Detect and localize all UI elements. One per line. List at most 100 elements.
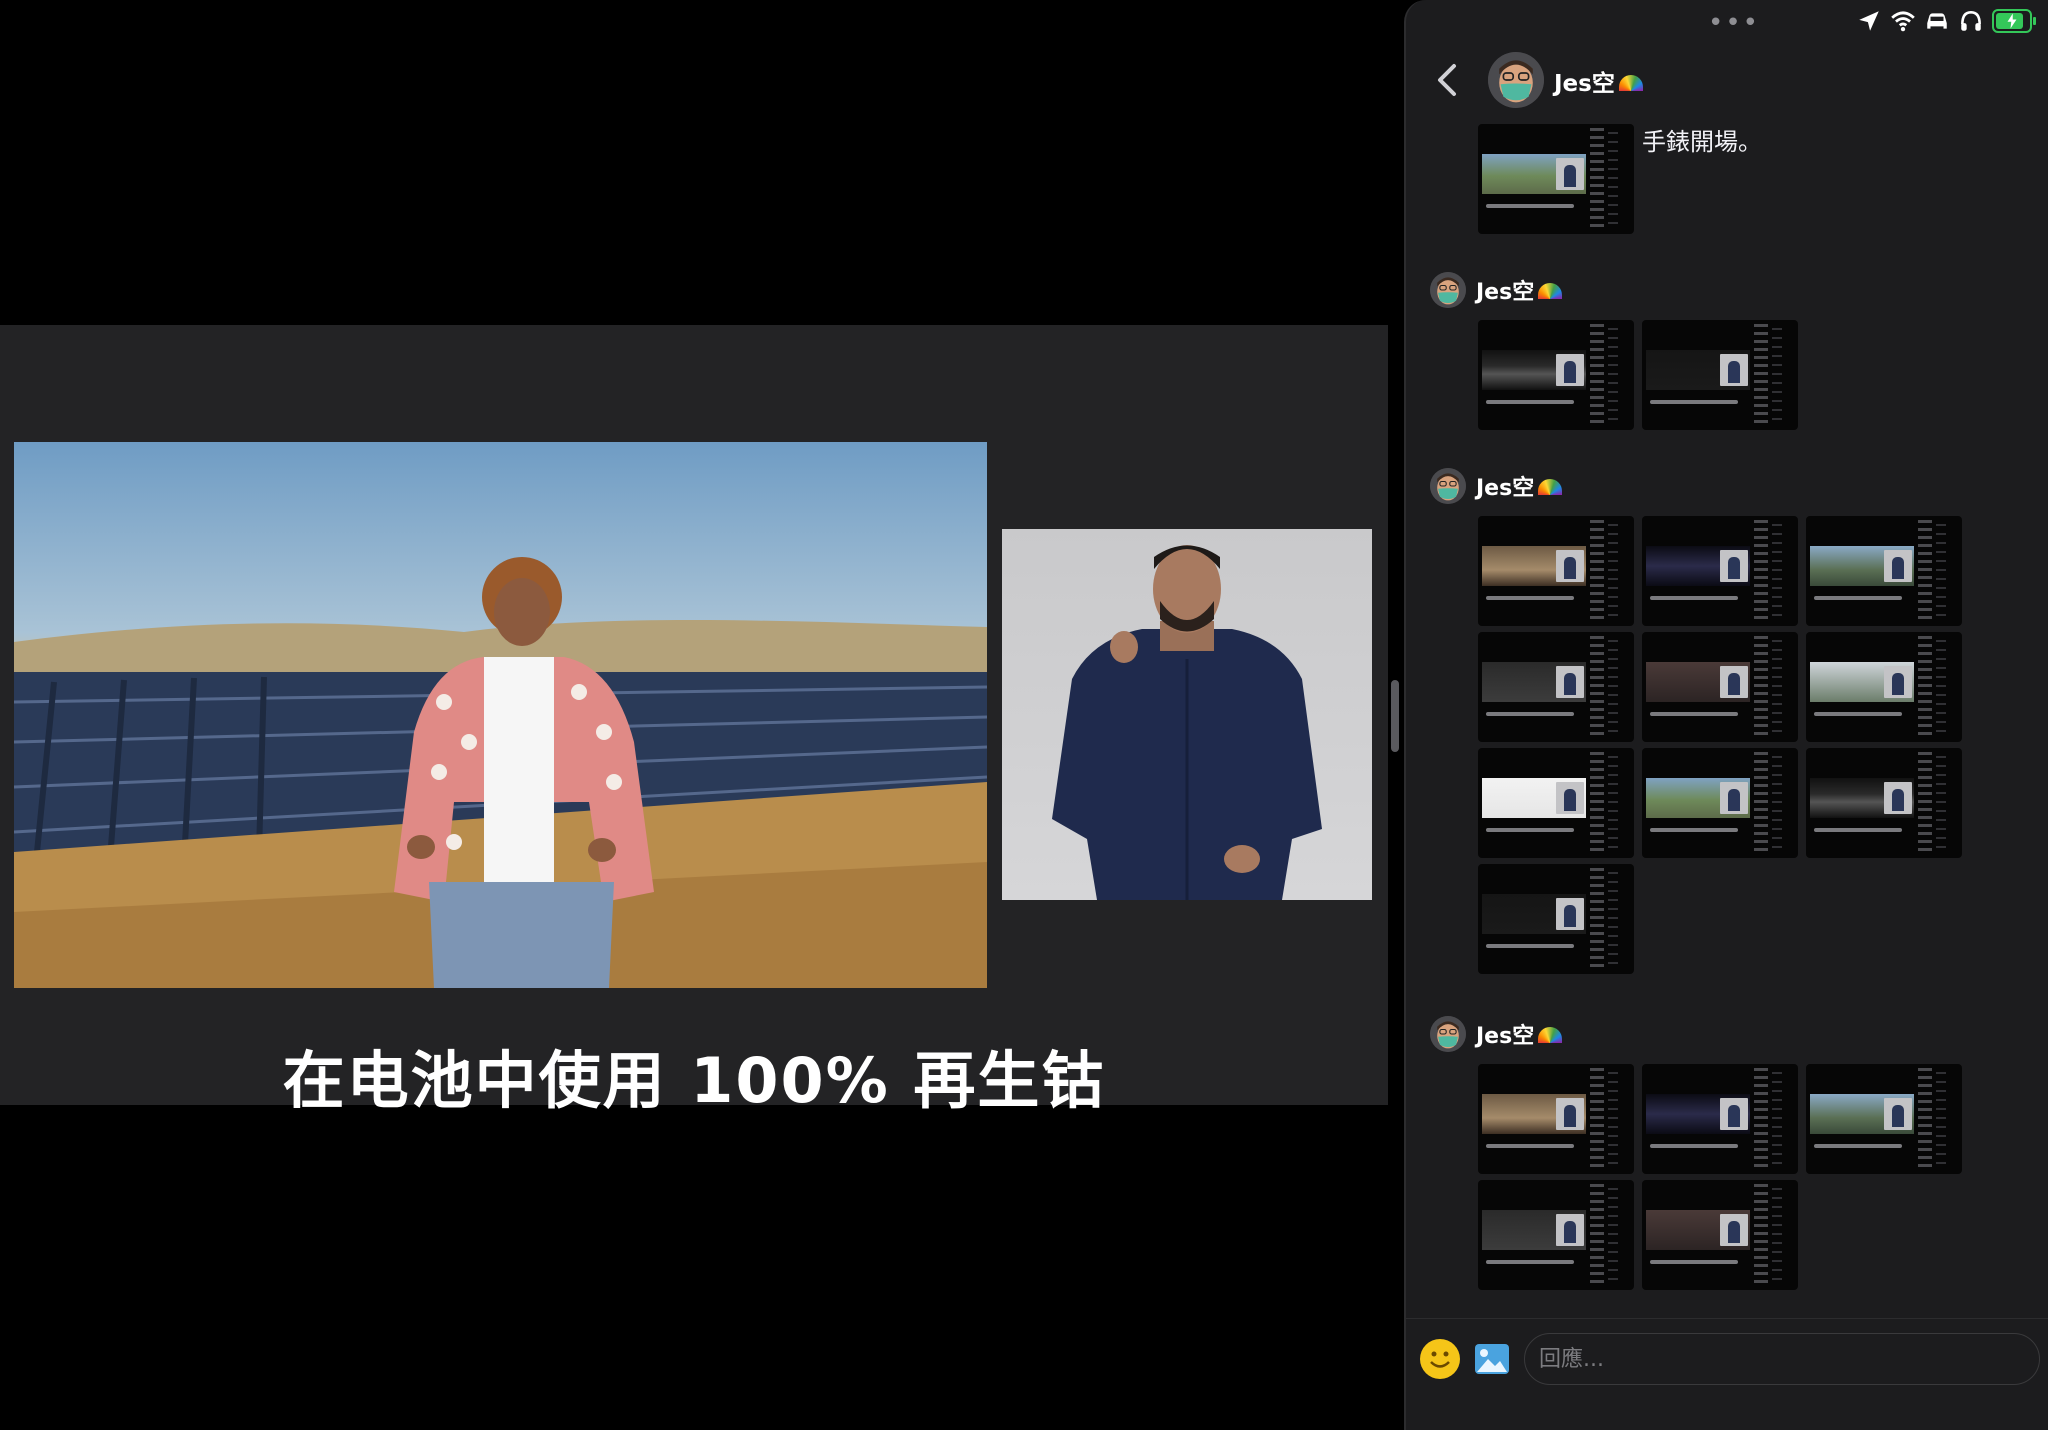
shared-video-thumbnail[interactable]: [1806, 1064, 1962, 1174]
photo-icon[interactable]: [1472, 1339, 1512, 1379]
video-player[interactable]: 在电池中使用 100% 再生钴: [0, 0, 1404, 1430]
thumbnail-side-panel: [1754, 324, 1768, 426]
thumbnail-side-panel: [1772, 524, 1782, 620]
thumbnail-side-panel: [1608, 524, 1618, 620]
sender-name: Jes空: [1476, 1018, 1563, 1050]
location-arrow-icon: [1859, 11, 1879, 31]
sender-name: Jes空: [1476, 470, 1563, 502]
sender-avatar[interactable]: [1430, 1016, 1466, 1052]
thumbnail-interpreter-inset: [1556, 354, 1584, 386]
text-message: 手錶開場。: [1642, 128, 1762, 156]
shared-video-thumbnail[interactable]: [1642, 320, 1798, 430]
shared-video-thumbnail[interactable]: [1806, 632, 1962, 742]
thumbnail-interpreter-inset: [1884, 782, 1912, 814]
shared-video-thumbnail[interactable]: [1478, 1064, 1634, 1174]
thumbnail-interpreter-inset: [1720, 354, 1748, 386]
message-sender[interactable]: Jes空: [1430, 466, 1563, 506]
shared-video-thumbnail[interactable]: [1806, 748, 1962, 858]
thumbnail-side-panel: [1772, 328, 1782, 424]
chat-pane: ••• Jes空 Jes空 Jes空 Jes空 手錶開場。 回應...: [1404, 0, 2048, 1430]
shared-video-thumbnail[interactable]: [1642, 516, 1798, 626]
thumbnail-side-panel: [1590, 128, 1604, 230]
multitasking-menu-button[interactable]: •••: [1708, 8, 1760, 38]
thumbnail-caption-bar: [1486, 204, 1574, 208]
thumbnail-caption-bar: [1814, 1144, 1902, 1148]
thumbnail-interpreter-inset: [1556, 1098, 1584, 1130]
shared-video-thumbnail[interactable]: [1478, 632, 1634, 742]
thumbnail-interpreter-inset: [1556, 158, 1584, 190]
video-subtitle: 在电池中使用 100% 再生钴: [282, 1044, 1106, 1117]
thumbnail-caption-bar: [1650, 596, 1738, 600]
rainbow-emoji-icon: [1538, 479, 1563, 495]
thumbnail-interpreter-inset: [1720, 550, 1748, 582]
thumbnail-side-panel: [1590, 1184, 1604, 1286]
thumbnail-interpreter-inset: [1720, 666, 1748, 698]
thumbnail-side-panel: [1590, 324, 1604, 426]
thumbnail-side-panel: [1590, 636, 1604, 738]
thumbnail-side-panel: [1590, 520, 1604, 622]
thumbnail-interpreter-inset: [1556, 550, 1584, 582]
shared-video-thumbnail[interactable]: [1478, 516, 1634, 626]
thumbnail-interpreter-inset: [1556, 666, 1584, 698]
thumbnail-side-panel: [1754, 636, 1768, 738]
split-view-divider-handle[interactable]: [1391, 680, 1399, 752]
shared-video-thumbnail[interactable]: [1642, 632, 1798, 742]
thumbnail-caption-bar: [1650, 712, 1738, 716]
thumbnail-side-panel: [1772, 1072, 1782, 1168]
headphones-icon: [1961, 11, 1981, 31]
thumbnail-side-panel: [1608, 872, 1618, 968]
thumbnail-caption-bar: [1814, 712, 1902, 716]
contact-name[interactable]: Jes空: [1554, 64, 1643, 98]
interpreter-scene: [1052, 545, 1322, 900]
contact-avatar[interactable]: [1488, 52, 1544, 108]
thumbnail-side-panel: [1754, 1068, 1768, 1170]
sender-avatar[interactable]: [1430, 272, 1466, 308]
rainbow-emoji-icon: [1618, 75, 1643, 91]
thumbnail-caption-bar: [1650, 1260, 1738, 1264]
thumbnail-side-panel: [1590, 868, 1604, 970]
thumbnail-side-panel: [1918, 636, 1932, 738]
thumbnail-interpreter-inset: [1556, 1214, 1584, 1246]
thumbnail-side-panel: [1608, 1072, 1618, 1168]
shared-video-thumbnail[interactable]: [1478, 124, 1634, 234]
thumbnail-interpreter-inset: [1556, 782, 1584, 814]
thumbnail-caption-bar: [1486, 712, 1574, 716]
thumbnail-caption-bar: [1814, 596, 1902, 600]
smiley-icon[interactable]: [1420, 1339, 1460, 1379]
presenter-scene: [14, 557, 987, 988]
thumbnail-side-panel: [1590, 752, 1604, 854]
thumbnail-interpreter-inset: [1884, 666, 1912, 698]
thumbnail-caption-bar: [1486, 596, 1574, 600]
thumbnail-side-panel: [1936, 640, 1946, 736]
thumbnail-caption-bar: [1650, 1144, 1738, 1148]
shared-video-thumbnail[interactable]: [1642, 1180, 1798, 1290]
shared-video-thumbnail[interactable]: [1478, 864, 1634, 974]
shared-video-thumbnail[interactable]: [1642, 1064, 1798, 1174]
sender-avatar[interactable]: [1430, 468, 1466, 504]
thumbnail-side-panel: [1608, 328, 1618, 424]
thumbnail-interpreter-inset: [1720, 1098, 1748, 1130]
thumbnail-side-panel: [1608, 1188, 1618, 1284]
shared-video-thumbnail[interactable]: [1642, 748, 1798, 858]
thumbnail-side-panel: [1772, 756, 1782, 852]
message-sender[interactable]: Jes空: [1430, 270, 1563, 310]
thumbnail-caption-bar: [1486, 400, 1574, 404]
thumbnail-interpreter-inset: [1884, 1098, 1912, 1130]
shared-video-thumbnail[interactable]: [1478, 320, 1634, 430]
thumbnail-side-panel: [1608, 640, 1618, 736]
sender-name: Jes空: [1476, 274, 1563, 306]
rainbow-emoji-icon: [1538, 1027, 1563, 1043]
presenter-video: [14, 442, 987, 988]
thumbnail-side-panel: [1754, 1184, 1768, 1286]
reply-input[interactable]: [1524, 1333, 2040, 1385]
sign-language-interpreter-video: [1002, 529, 1372, 900]
thumbnail-interpreter-inset: [1720, 1214, 1748, 1246]
shared-video-thumbnail[interactable]: [1478, 1180, 1634, 1290]
thumbnail-caption-bar: [1650, 400, 1738, 404]
status-icons: [1856, 8, 2036, 34]
shared-video-thumbnail[interactable]: [1478, 748, 1634, 858]
back-chevron-icon[interactable]: [1430, 60, 1464, 100]
shared-video-thumbnail[interactable]: [1806, 516, 1962, 626]
message-sender[interactable]: Jes空: [1430, 1014, 1563, 1054]
thumbnail-side-panel: [1608, 132, 1618, 228]
